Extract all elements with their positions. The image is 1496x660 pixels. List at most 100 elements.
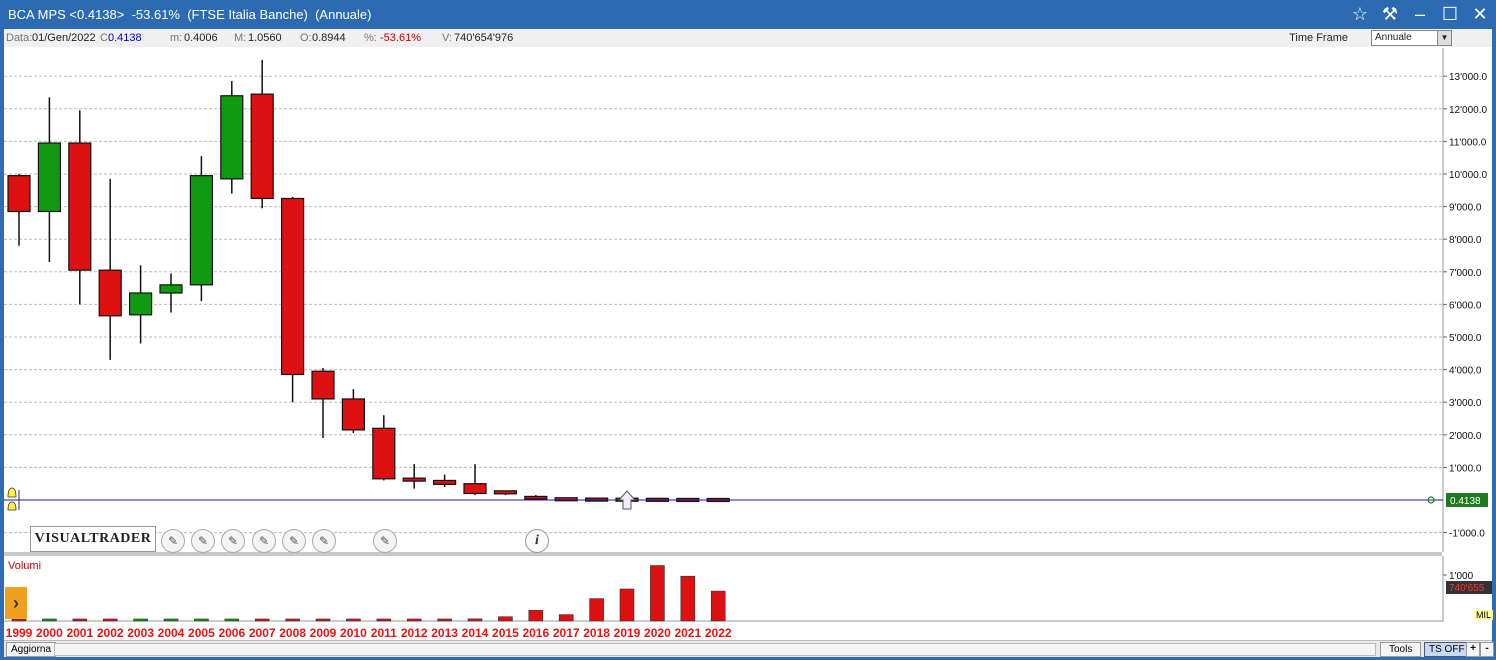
price-tick-label: 2'000.0 xyxy=(1449,431,1482,442)
year-label: 2007 xyxy=(249,626,276,640)
price-tick-label: 3'000.0 xyxy=(1449,398,1482,409)
volume-bar xyxy=(467,618,483,622)
volume-current-label: 740'655 xyxy=(1449,583,1485,594)
current-price-label: 0.4138 xyxy=(1450,496,1481,507)
candle-body xyxy=(220,95,244,180)
aggiorna-button[interactable]: Aggiorna xyxy=(6,642,57,657)
volume-bar xyxy=(194,618,209,622)
year-label: 2016 xyxy=(522,626,549,640)
price-tick-label: 6'000.0 xyxy=(1449,300,1482,311)
volume-bar xyxy=(619,588,635,622)
drawing-tool-icon[interactable]: ✎ xyxy=(312,529,336,553)
ts-off-button[interactable]: TS OFF xyxy=(1424,642,1470,657)
bell-icon xyxy=(7,501,17,511)
volume-bar xyxy=(558,614,574,622)
year-label: 2018 xyxy=(583,626,610,640)
candle-body xyxy=(524,495,548,500)
year-label: 2017 xyxy=(553,626,580,640)
candle-body xyxy=(493,490,517,495)
price-tick-label: 11'000.0 xyxy=(1449,137,1487,148)
volume-bar xyxy=(589,598,604,622)
volume-bar xyxy=(406,618,422,622)
candle-body xyxy=(372,427,396,480)
arrow-up-icon xyxy=(617,490,637,510)
volume-tick-label: 1'000 xyxy=(1449,571,1474,582)
volume-bar xyxy=(528,610,544,622)
candle-body xyxy=(7,175,31,213)
year-label: 2000 xyxy=(36,626,63,640)
horizontal-scrollbar[interactable] xyxy=(54,643,1376,656)
drawing-tool-icon[interactable]: ✎ xyxy=(221,529,245,553)
zoom-out-button[interactable]: - xyxy=(1480,642,1494,657)
price-tick-label: 13'000.0 xyxy=(1449,72,1487,83)
volume-bar xyxy=(376,618,392,622)
volume-pane-label: Volumi xyxy=(8,560,42,572)
candle-body xyxy=(281,197,305,376)
info-icon[interactable]: i xyxy=(525,529,549,553)
price-tick-label: 4'000.0 xyxy=(1449,366,1482,377)
volume-bar xyxy=(72,618,88,622)
status-bar: Aggiorna Tools TS OFF + - xyxy=(4,640,1494,657)
volume-unit-badge: MIL xyxy=(1474,610,1494,620)
visualtrader-logo: VISUALTRADER xyxy=(30,526,156,552)
bell-icon xyxy=(7,487,17,498)
drawing-tool-icon[interactable]: ✎ xyxy=(373,529,397,553)
price-tick-label: 7'000.0 xyxy=(1449,268,1482,279)
volume-bar xyxy=(650,565,665,622)
volume-bar xyxy=(437,618,452,622)
year-label: 2014 xyxy=(462,626,489,640)
candle-body xyxy=(341,398,365,431)
zoom-in-button[interactable]: + xyxy=(1466,642,1480,657)
volume-bar xyxy=(498,616,513,622)
candle-body xyxy=(250,93,274,200)
app-window: BCA MPS <0.4138> -53.61% (FTSE Italia Ba… xyxy=(0,0,1496,660)
candle-body xyxy=(37,142,62,213)
candle-body xyxy=(159,284,183,294)
year-label: 2004 xyxy=(158,626,185,640)
volume-bar xyxy=(163,618,179,622)
price-tick-label: 9'000.0 xyxy=(1449,203,1482,214)
volume-bar xyxy=(11,618,27,622)
year-label: 2010 xyxy=(340,626,367,640)
year-label: 2015 xyxy=(492,626,519,640)
year-label: 2011 xyxy=(371,626,397,640)
chevron-right-icon[interactable]: › xyxy=(5,587,27,619)
price-tick-label: 1'000.0 xyxy=(1449,463,1482,474)
volume-bar xyxy=(285,618,300,622)
price-tick-label: 5'000.0 xyxy=(1449,333,1482,344)
year-label: 2009 xyxy=(310,626,337,640)
price-tick-label: 10'000.0 xyxy=(1449,170,1487,181)
candle-body xyxy=(433,479,457,485)
year-label: 2022 xyxy=(705,626,732,640)
tools-button[interactable]: Tools xyxy=(1380,642,1422,657)
candle-body xyxy=(129,292,153,316)
volume-bar xyxy=(680,575,696,622)
price-tick-label: -1'000.0 xyxy=(1449,529,1485,540)
volume-bar xyxy=(102,618,118,622)
volume-bar xyxy=(254,618,270,622)
drawing-tool-icon[interactable]: ✎ xyxy=(282,529,306,553)
volume-bar xyxy=(315,618,331,622)
candle-body xyxy=(463,483,487,495)
drawing-tool-icon[interactable]: ✎ xyxy=(161,529,185,553)
candle-body xyxy=(402,477,426,482)
year-label: 2020 xyxy=(644,626,671,640)
year-label: 2006 xyxy=(218,626,245,640)
volume-bar xyxy=(42,618,57,622)
year-label: 2001 xyxy=(66,626,93,640)
drawing-tool-icon[interactable]: ✎ xyxy=(252,529,276,553)
candle-body xyxy=(189,175,213,286)
volume-bar xyxy=(346,618,361,622)
price-tick-label: 8'000.0 xyxy=(1449,235,1482,246)
year-label: 1999 xyxy=(6,626,33,640)
pane-divider[interactable] xyxy=(4,552,1442,556)
price-tick-label: 12'000.0 xyxy=(1449,105,1487,116)
candle-body xyxy=(68,142,92,271)
year-label: 2013 xyxy=(431,626,458,640)
price-chart[interactable]: 13'000.0 12'000.0 11'000.0 10'000.0 9'000.0 8… xyxy=(0,0,1496,660)
year-label: 2019 xyxy=(614,626,641,640)
year-label: 2002 xyxy=(97,626,124,640)
year-label: 2008 xyxy=(279,626,306,640)
drawing-tool-icon[interactable]: ✎ xyxy=(191,529,215,553)
year-label: 2021 xyxy=(674,626,701,640)
